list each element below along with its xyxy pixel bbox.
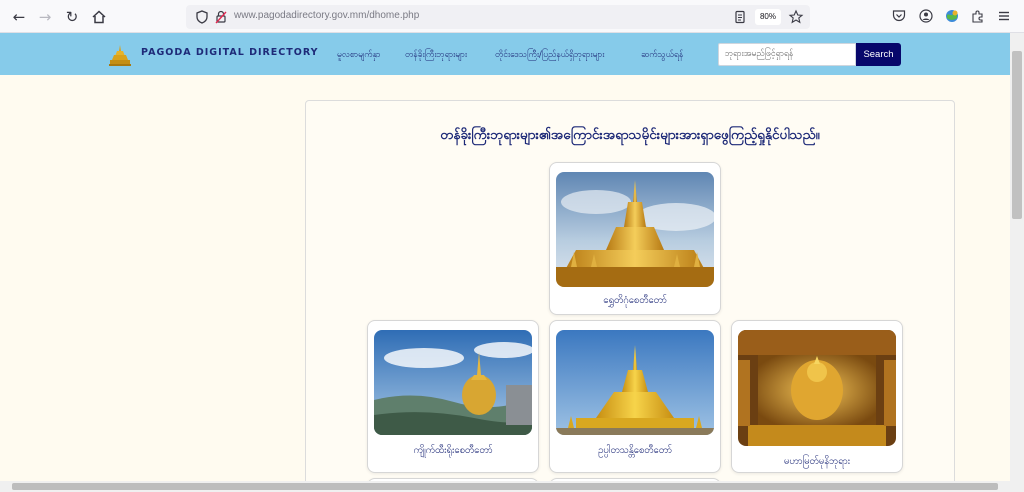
pagoda-logo-icon[interactable] [108,44,132,66]
search-input[interactable]: ဘုရားအမည်ဖြင့်ရှာရန် [718,43,856,66]
bookmark-star-icon[interactable] [788,9,804,25]
nav-regional-pagodas[interactable]: တိုင်းဒေသကြီး/ပြည်နယ်ရှိဘုရားများ [495,50,604,62]
address-bar[interactable]: www.pagodadirectory.gov.mm/dhome.php 80% [186,5,810,29]
pagoda-card-mahamuni[interactable]: မဟာမြတ်မုနိဘုရား [731,320,903,473]
back-arrow-icon[interactable]: ← [10,8,28,26]
vertical-scrollbar[interactable] [1010,33,1024,492]
page-headline: တန်ခိုးကြီးဘုရားများ၏အကြောင်းအရာသမိုင်းမ… [440,127,820,143]
forward-arrow-icon[interactable]: → [36,8,54,26]
pagoda-photo-kyaiktiyo[interactable] [374,330,532,435]
pagoda-photo-mahamuni[interactable] [738,330,896,446]
horizontal-scrollbar[interactable] [0,481,1010,492]
site-title[interactable]: PAGODA DIGITAL DIRECTORY [141,47,319,58]
nav-home[interactable]: မူလစာမျက်နှာ [337,50,381,62]
vertical-scroll-thumb[interactable] [1012,51,1022,219]
pagoda-card-label[interactable]: ရွှေတိဂုံစေတီတော် [550,294,720,308]
zoom-level-badge[interactable]: 80% [755,9,781,25]
search-button[interactable]: Search [856,43,901,66]
url-path: /dhome.php [366,10,420,21]
pagoda-photo-shwedagon[interactable] [556,172,714,287]
nav-contact[interactable]: ဆက်သွယ်ရန် [641,50,683,62]
reload-icon[interactable]: ↻ [63,8,81,26]
pagoda-card-label[interactable]: ကျိုက်ထီးရိုးစေတီတော် [368,444,538,458]
shield-icon[interactable] [194,9,210,25]
url-text[interactable]: www.pagodadirectory.gov.mm/dhome.php [234,10,419,21]
horizontal-scroll-thumb[interactable] [12,483,998,490]
hamburger-menu-icon[interactable] [996,8,1012,24]
pagoda-card-label[interactable]: မဟာမြတ်မုနိဘုရား [732,455,902,469]
extension-globe-icon[interactable] [944,8,960,24]
url-domain: www.pagodadirectory.gov.mm [234,10,367,21]
nav-famous-pagodas[interactable]: တန်ခိုးကြီးဘုရားများ [405,50,467,62]
home-icon[interactable] [90,8,108,26]
account-icon[interactable] [918,8,934,24]
pocket-icon[interactable] [891,8,907,24]
reader-view-icon[interactable] [732,9,748,25]
insecure-lock-icon[interactable] [213,9,229,25]
pagoda-card-shwedagon[interactable]: ရွှေတိဂုံစေတီတော် [549,162,721,315]
pagoda-card-label[interactable]: ဥပ္ပါတသန္တိစေတီတော် [550,444,720,458]
pagoda-card-kyaiktiyo[interactable]: ကျိုက်ထီးရိုးစေတီတော် [367,320,539,473]
browser-toolbar: ← → ↻ www.pagodadirectory.gov.mm/dhome.p… [0,0,1024,33]
pagoda-photo-uppatasanti[interactable] [556,330,714,435]
pagoda-card-uppatasanti[interactable]: ဥပ္ပါတသန္တိစေတီတော် [549,320,721,473]
extensions-puzzle-icon[interactable] [970,8,986,24]
